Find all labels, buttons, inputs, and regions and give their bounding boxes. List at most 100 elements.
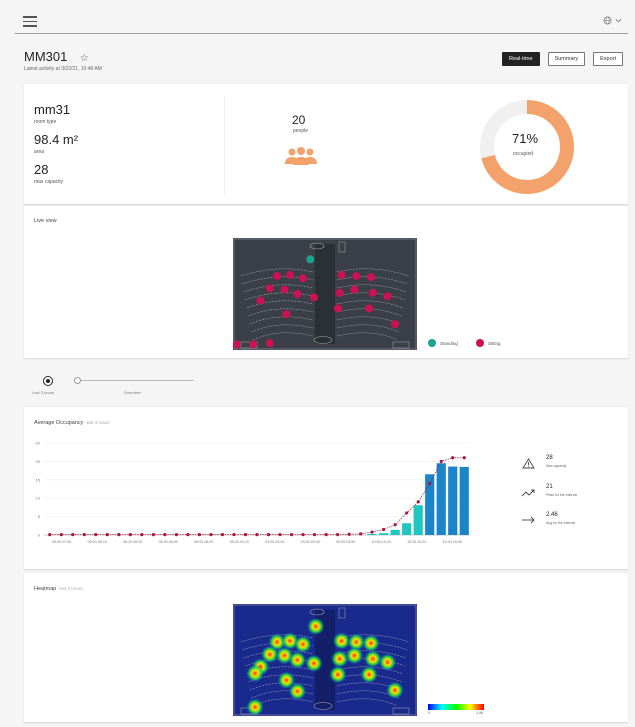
x-tick-label: 03:30-03:40 (301, 540, 320, 544)
area-value: 98.4 m² (34, 132, 79, 147)
kpi-max-value: 28 (546, 455, 553, 461)
heatmap-scale-min: 0 (428, 711, 430, 715)
chart-subtitle: last 3 hours (86, 420, 110, 425)
people-icon (285, 147, 317, 165)
occupancy-point (405, 511, 409, 515)
y-tick-label: 20 (36, 459, 41, 464)
sitting-person (337, 270, 346, 279)
kpi-peak-label: Peak for the interval (546, 493, 578, 497)
occupancy-bar (436, 463, 446, 535)
x-tick-label: 05:00-03:50 (336, 540, 355, 544)
heat-spot (246, 698, 265, 716)
occupancy-chart: 20 20 15 10 5 0 05:00-07:50 06:00-06:10 06:20-06… (36, 441, 470, 544)
people-label: people (293, 128, 309, 134)
room-header: MM301 ☆ Latest activity at 3/22/21, 10:4… (24, 48, 623, 78)
occupancy-point (301, 533, 305, 537)
occupied-label: occupied (513, 151, 534, 157)
occupancy-point (59, 533, 63, 537)
capacity-value: 28 (34, 162, 49, 177)
occupancy-point (335, 533, 340, 537)
slider-handle-selected[interactable] (44, 377, 52, 385)
occupancy-point (220, 533, 225, 537)
heat-spot (293, 635, 312, 654)
standing-dot (428, 339, 436, 347)
occupancy-bar (379, 533, 389, 535)
sitting-person (273, 272, 282, 281)
occupancy-point (186, 533, 190, 537)
slider-label-last3h: Last 3 hours (32, 390, 55, 395)
heat-spot (304, 654, 323, 673)
heat-spot (246, 664, 265, 683)
heatmap-scale-max: 1.46 (476, 711, 483, 715)
occupancy-bar (459, 466, 469, 535)
slider-label-overview: Overview (124, 390, 141, 395)
globe-icon (603, 16, 612, 25)
sitting-person (309, 293, 318, 302)
kpi-avg-value: 2.46 (546, 512, 558, 518)
occupancy-point (278, 533, 282, 537)
slider-track[interactable] (74, 380, 194, 381)
occupancy-point (163, 533, 167, 537)
area-label: area (34, 149, 45, 155)
occupancy-point (94, 533, 98, 537)
sitting-person (265, 284, 274, 293)
hamburger-icon[interactable] (23, 16, 37, 27)
chevron-down-icon (615, 18, 622, 23)
occupancy-point (359, 532, 363, 536)
x-tick-label: 10:30-10:40 (443, 540, 462, 544)
sitting-person (367, 273, 375, 282)
heatmap-floorplan (233, 604, 417, 716)
slider-handle[interactable] (74, 377, 81, 384)
sitting-person (233, 340, 241, 349)
heatmap-color-scale (428, 704, 484, 710)
standing-person (306, 255, 315, 264)
kpi-peak-value: 21 (546, 484, 553, 490)
occupancy-point (289, 533, 294, 537)
occupancy-line (49, 457, 465, 535)
sitting-person (256, 296, 265, 305)
sitting-person (333, 304, 342, 313)
heatmap-subtitle: last 3 hours (59, 586, 83, 591)
page-title: MM301 (24, 49, 68, 64)
occupancy-point (128, 533, 132, 537)
occupancy-point (393, 523, 397, 527)
legend-sitting: Sitting (476, 339, 501, 347)
sitting-person (383, 292, 392, 301)
live-view-title: Live view (34, 218, 57, 224)
sitting-person (293, 290, 302, 298)
language-selector[interactable] (603, 16, 622, 25)
heat-spot (345, 646, 364, 665)
live-floorplan (233, 238, 417, 350)
heat-spot (378, 653, 397, 672)
x-tick-label: 10:20-10:22 (407, 540, 426, 544)
top-bar (15, 10, 628, 34)
view-toggle: Real-time Summary Export (502, 52, 623, 66)
y-tick-label: 15 (36, 477, 41, 482)
occupancy-bar (367, 533, 377, 535)
occupancy-point (197, 533, 202, 537)
room-type-label: room type (34, 119, 57, 125)
sitting-dot (476, 339, 484, 347)
occupancy-point (174, 533, 179, 537)
occupancy-point (243, 533, 248, 537)
occupancy-point (151, 533, 155, 537)
x-tick-label: 03:20-03:30 (265, 540, 284, 544)
realtime-button[interactable]: Real-time (502, 52, 540, 66)
sitting-label: Sitting (488, 340, 501, 346)
summary-button[interactable]: Summary (547, 52, 586, 66)
occupancy-point (451, 456, 455, 460)
people-count: 20 (292, 113, 306, 127)
occupancy-point (439, 459, 443, 463)
occupancy-point (416, 500, 420, 504)
sitting-person (365, 304, 374, 313)
occupancy-bar (413, 505, 423, 535)
heat-spot (360, 665, 379, 684)
star-icon[interactable]: ☆ (80, 53, 89, 64)
occupancy-donut (480, 100, 574, 194)
legend-standing: Standing (428, 339, 458, 347)
arrow-right-icon (522, 516, 535, 524)
heat-spot (385, 681, 404, 700)
export-button[interactable]: Export (593, 52, 623, 66)
y-tick-label: 5 (38, 514, 41, 519)
x-tick-label: 06:00-06:20 (194, 540, 213, 544)
